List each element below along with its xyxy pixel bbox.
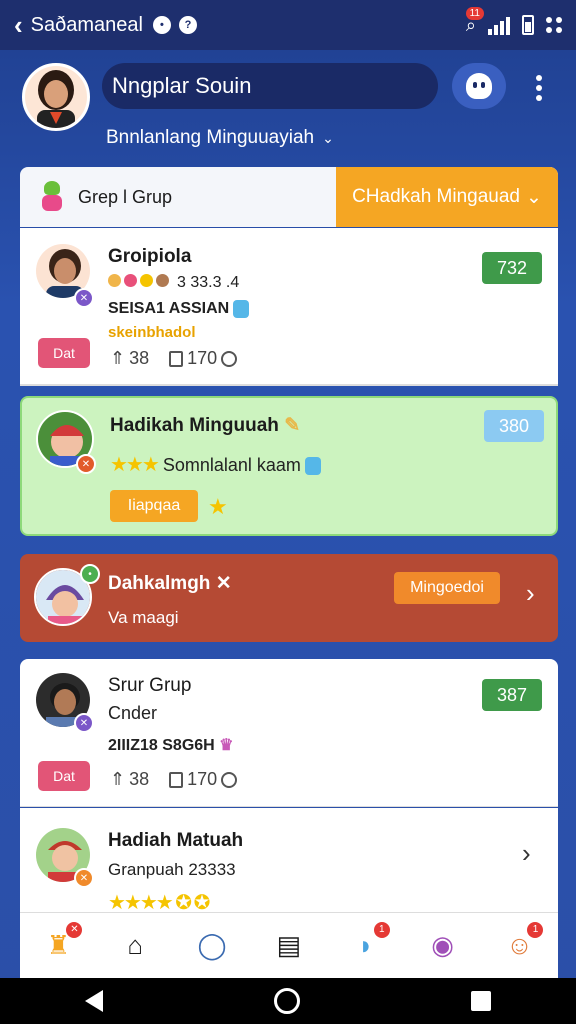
chevron-right-icon[interactable]: › — [526, 578, 535, 609]
status-tag[interactable]: Dat — [38, 338, 90, 368]
list-item[interactable]: ✕ Srur Grup Cnder 2IIIZ18 S8G6H ♛ Dat ⇑ 3… — [20, 659, 558, 807]
user-avatar[interactable] — [22, 63, 90, 131]
stat-views: 170 — [169, 769, 238, 790]
trophy-icon: ✎ — [284, 415, 301, 436]
clock-icon — [221, 771, 238, 788]
help-status-icon: ? — [178, 16, 197, 34]
status-bar: ‹ Saðamaneal • ? ⌕ 11 — [0, 0, 576, 50]
bottom-navigation: ♜ ✕ ⌂ ◯ ▤ ◗ 1 ◉ ☺ 1 — [20, 912, 558, 978]
clock-icon — [221, 350, 238, 367]
system-navigation — [0, 978, 576, 1024]
nav-profile[interactable]: ☺ 1 — [499, 921, 544, 966]
list-item-banner[interactable]: • Dahkalmgh ✕ Va maagi Mingoedoi › — [20, 554, 558, 642]
row-code: 2IIIZ18 S8G6H ♛ — [108, 737, 234, 754]
signal-icon — [488, 15, 510, 35]
back-icon[interactable]: ‹ — [14, 10, 23, 41]
score-badge: 380 — [484, 410, 544, 442]
tools-icon: ✕ — [74, 713, 94, 733]
notification-icon[interactable]: ⌕ 11 — [465, 6, 484, 36]
star-icon[interactable]: ★ — [208, 494, 228, 520]
close-badge-icon: ✕ — [76, 454, 96, 474]
online-icon: • — [80, 564, 100, 584]
user-name-field[interactable]: Nngplar Souin — [102, 63, 438, 109]
row-subtitle: Granpuah 23333 — [108, 860, 236, 879]
nav-badge: 1 — [527, 921, 544, 938]
id-badge-icon — [304, 457, 321, 476]
star-badge-icon: ✕ — [74, 868, 94, 888]
nav-home[interactable]: ⌂ — [115, 926, 155, 966]
bag-icon — [169, 350, 184, 367]
nav-message[interactable]: ◉ — [423, 926, 463, 966]
crown-icon: ♛ — [219, 737, 234, 754]
more-options-icon[interactable] — [536, 75, 542, 101]
bag-icon — [169, 771, 184, 788]
grid-menu-icon[interactable] — [546, 17, 562, 33]
home-nav-icon[interactable] — [273, 988, 300, 1014]
message-icon: ◉ — [431, 930, 454, 960]
document-icon: ▤ — [276, 930, 302, 960]
thumb-icon: ⇑ — [110, 769, 126, 789]
row-subtitle: Cnder — [108, 703, 158, 723]
bot-icon — [466, 73, 492, 99]
reaction-icons — [108, 274, 169, 287]
search-icon: ◯ — [197, 930, 227, 960]
chevron-down-icon: ⌄ — [526, 186, 542, 208]
back-nav-icon[interactable] — [85, 990, 104, 1012]
stars-icon: ★★★ — [110, 454, 160, 476]
nav-search[interactable]: ◯ — [192, 926, 232, 966]
row-subtitle: Va maagi — [108, 608, 179, 627]
stats: ⇑ 38 170 — [110, 769, 238, 790]
row-title: Srur Grup — [108, 675, 192, 696]
chevron-down-icon: ⌄ — [322, 129, 334, 146]
row-title: Dahkalmgh ✕ — [108, 573, 232, 594]
row-highlight: skeinbhadol — [108, 324, 196, 341]
row-code: SEISA1 ASSIAN — [108, 300, 250, 318]
row-title: Hadiah Matuah — [108, 830, 244, 851]
action-button[interactable]: Mingoedoi — [394, 572, 500, 604]
tools-icon: ✕ — [74, 288, 94, 308]
thumb-icon: ⇑ — [110, 348, 126, 368]
tab-rewards-label: CHadkah Mingauad — [352, 186, 521, 207]
app-title: Saðamaneal — [30, 13, 143, 36]
status-tag[interactable]: Dat — [38, 761, 90, 791]
list-item[interactable]: ✕ Groipiola 3 33.3 .4 SEISA1 ASSIAN skei… — [20, 228, 558, 386]
nav-badge: 1 — [373, 921, 390, 938]
profile-header: Nngplar Souin Bnnlanlang Minguuayiah ⌄ — [0, 55, 576, 160]
tab-group-label: Grep l Grup — [78, 186, 173, 207]
chevron-right-icon[interactable]: › — [522, 838, 531, 869]
row-title: Groipiola — [108, 246, 192, 267]
subtitle-dropdown[interactable]: Bnnlanlang Minguuayiah ⌄ — [106, 127, 334, 149]
nav-document[interactable]: ▤ — [269, 926, 309, 966]
score-badge: 387 — [482, 679, 542, 711]
user-name: Nngplar Souin — [112, 73, 252, 98]
subtitle-text: Bnnlanlang Minguuayiah — [106, 127, 315, 148]
stats: ⇑ 38 170 — [110, 348, 238, 369]
stat-likes: ⇑ 38 — [110, 348, 150, 368]
row-subtitle: 3 33.3 .4 — [108, 274, 239, 292]
battery-icon — [522, 15, 534, 35]
action-button[interactable]: Iiapqaa — [110, 490, 198, 522]
tab-bar: Grep l Grup CHadkah Mingauad ⌄ — [20, 167, 558, 227]
list-item[interactable]: ✕ Hadiah Matuah Granpuah 23333 ★★★★ ✪ ✪ … — [20, 808, 558, 914]
nav-chat[interactable]: ◗ 1 — [346, 921, 390, 966]
id-badge-icon — [233, 300, 250, 318]
list-item-highlighted[interactable]: ✕ Hadikah Minguuah ✎ ★★★ Somnlalanl kaam… — [20, 396, 558, 536]
row-subtitle: ★★★ Somnlalanl kaam — [110, 452, 321, 477]
row-title: Hadikah Minguuah ✎ — [110, 415, 301, 436]
nav-trophy[interactable]: ♜ ✕ — [38, 921, 83, 966]
chat-icon: ◗ — [357, 930, 374, 960]
tools-icon: ✕ — [215, 573, 232, 594]
home-icon: ⌂ — [127, 930, 144, 960]
tab-group[interactable]: Grep l Grup — [20, 167, 336, 227]
notification-badge: 11 — [465, 6, 484, 20]
stat-likes: ⇑ 38 — [110, 769, 150, 789]
recents-nav-icon[interactable] — [470, 991, 491, 1011]
tab-rewards[interactable]: CHadkah Mingauad ⌄ — [336, 167, 558, 227]
assistant-button[interactable] — [452, 63, 506, 109]
group-icon — [38, 181, 66, 213]
nav-badge: ✕ — [66, 921, 83, 938]
score-badge: 732 — [482, 252, 542, 284]
bot-status-icon: • — [152, 16, 171, 34]
stat-views: 170 — [169, 348, 238, 369]
